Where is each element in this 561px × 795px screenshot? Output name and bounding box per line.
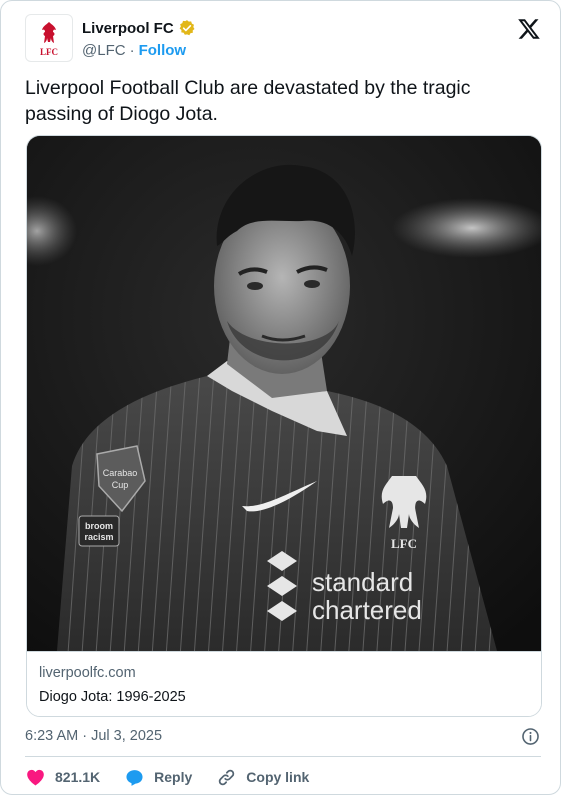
follow-button[interactable]: Follow (139, 42, 187, 59)
copy-link-button[interactable]: Copy link (216, 767, 309, 788)
svg-text:racism: racism (84, 532, 113, 542)
lfc-crest-icon: LFC (40, 22, 58, 57)
x-logo-icon[interactable] (517, 17, 541, 41)
reply-label: Reply (154, 769, 193, 785)
svg-text:broom: broom (85, 521, 113, 531)
svg-text:chartered: chartered (312, 595, 422, 625)
tweet-timestamp[interactable]: 6:23 AM · Jul 3, 2025 (25, 728, 162, 744)
author-name[interactable]: Liverpool FC (82, 20, 174, 37)
info-icon[interactable] (521, 727, 540, 746)
reply-button[interactable]: Reply (124, 767, 192, 788)
tweet-text: Liverpool Football Club are devastated b… (25, 77, 471, 125)
tweet-actions: 821.1K Reply Copy link (25, 765, 333, 789)
player-portrait-image: LFC standard chartered Carabao Cup broom… (27, 136, 541, 651)
svg-text:standard: standard (312, 567, 413, 597)
author-name-row: Liverpool FC (82, 19, 196, 37)
link-card[interactable]: LFC standard chartered Carabao Cup broom… (26, 135, 542, 717)
like-count: 821.1K (55, 769, 101, 785)
reply-bubble-icon (126, 769, 143, 786)
divider (25, 756, 541, 757)
svg-text:Cup: Cup (112, 480, 129, 490)
link-preview[interactable]: liverpoolfc.com Diogo Jota: 1996-2025 (27, 651, 541, 716)
link-domain[interactable]: liverpoolfc.com (39, 665, 136, 681)
svg-text:LFC: LFC (391, 536, 417, 551)
heart-icon (27, 769, 44, 785)
link-icon (219, 769, 235, 785)
like-button[interactable]: 821.1K (25, 767, 100, 788)
verified-badge-icon (179, 20, 195, 36)
svg-text:Carabao: Carabao (103, 468, 138, 478)
svg-text:LFC: LFC (40, 47, 58, 57)
embedded-tweet-card: LFC Liverpool FC @LFC · Follow Liverpool… (0, 0, 561, 795)
copy-link-label: Copy link (246, 769, 310, 785)
author-avatar[interactable]: LFC (25, 14, 73, 62)
handle-separator: · (129, 42, 135, 59)
link-title[interactable]: Diogo Jota: 1996-2025 (39, 689, 186, 705)
author-handle-row: @LFC · Follow (82, 42, 186, 59)
author-handle[interactable]: @LFC (82, 42, 126, 59)
